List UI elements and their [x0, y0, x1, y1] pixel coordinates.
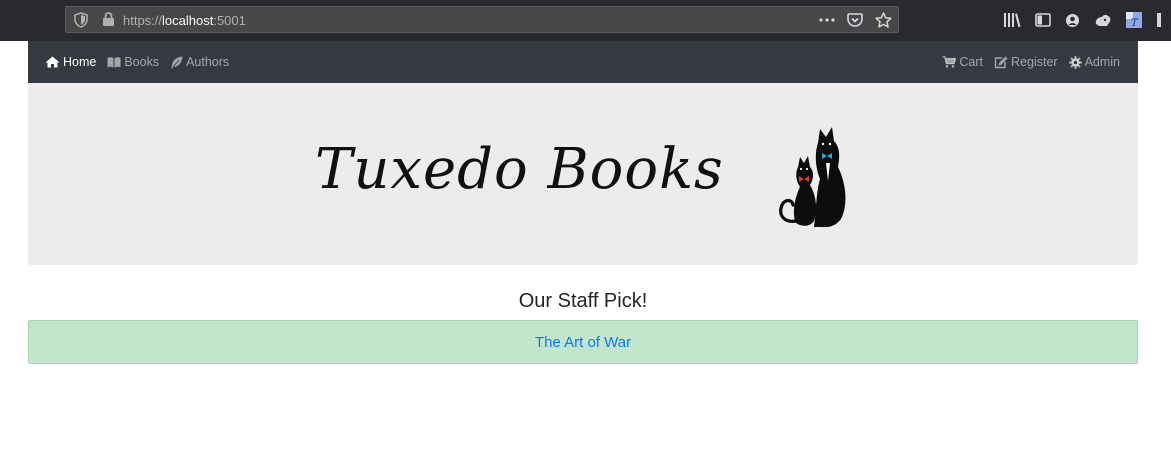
- nav-left-group: Home Books Authors: [45, 41, 240, 83]
- nav-cart[interactable]: Cart: [942, 55, 983, 69]
- nav-admin-label: Admin: [1084, 55, 1120, 69]
- browser-toolbar: https://localhost:5001 T: [0, 0, 1171, 41]
- shield-icon[interactable]: [74, 12, 88, 28]
- cart-icon: [942, 56, 957, 68]
- url-port: :5001: [213, 13, 246, 28]
- url-scheme: https://: [123, 13, 163, 28]
- ellipsis-icon[interactable]: [819, 18, 835, 22]
- banner: Tuxedo Books: [28, 83, 1138, 265]
- gear-icon: [1068, 55, 1082, 69]
- extension-icon[interactable]: [1094, 13, 1112, 28]
- book-icon: [107, 56, 121, 67]
- library-icon[interactable]: [1003, 12, 1021, 28]
- staff-pick-book-link[interactable]: The Art of War: [535, 334, 631, 351]
- address-bar[interactable]: https://localhost:5001: [65, 6, 899, 33]
- nav-home[interactable]: Home: [45, 55, 96, 69]
- edit-icon: [994, 56, 1008, 68]
- nav-home-label: Home: [63, 55, 97, 69]
- sidebar-icon[interactable]: [1035, 13, 1051, 27]
- home-icon: [45, 56, 60, 68]
- star-icon[interactable]: [875, 12, 892, 28]
- site-navbar: Home Books Authors Cart Register Admin: [28, 41, 1138, 83]
- nav-cart-label: Cart: [959, 55, 984, 69]
- nav-register-label: Register: [1011, 55, 1058, 69]
- nav-right-group: Cart Register Admin: [931, 41, 1120, 83]
- staff-pick-alert: The Art of War: [28, 320, 1138, 364]
- lock-icon[interactable]: [102, 12, 115, 27]
- nav-books-label: Books: [124, 55, 160, 69]
- nav-authors-label: Authors: [186, 55, 230, 69]
- overflow-icon[interactable]: [1156, 12, 1162, 28]
- translate-icon[interactable]: T: [1126, 12, 1142, 28]
- nav-register[interactable]: Register: [994, 55, 1058, 69]
- nav-admin[interactable]: Admin: [1068, 55, 1120, 69]
- feather-icon: [171, 56, 183, 68]
- url-host: localhost: [162, 13, 214, 28]
- account-icon[interactable]: [1065, 13, 1080, 28]
- brand-logo-text: Tuxedo Books: [315, 137, 724, 202]
- url-text[interactable]: https://localhost:5001: [123, 13, 246, 28]
- tuxedo-cats-logo-icon: [779, 127, 846, 228]
- staff-pick-heading: Our Staff Pick!: [518, 290, 648, 312]
- pocket-icon[interactable]: [847, 12, 863, 28]
- nav-authors[interactable]: Authors: [170, 55, 229, 69]
- nav-books[interactable]: Books: [107, 55, 159, 69]
